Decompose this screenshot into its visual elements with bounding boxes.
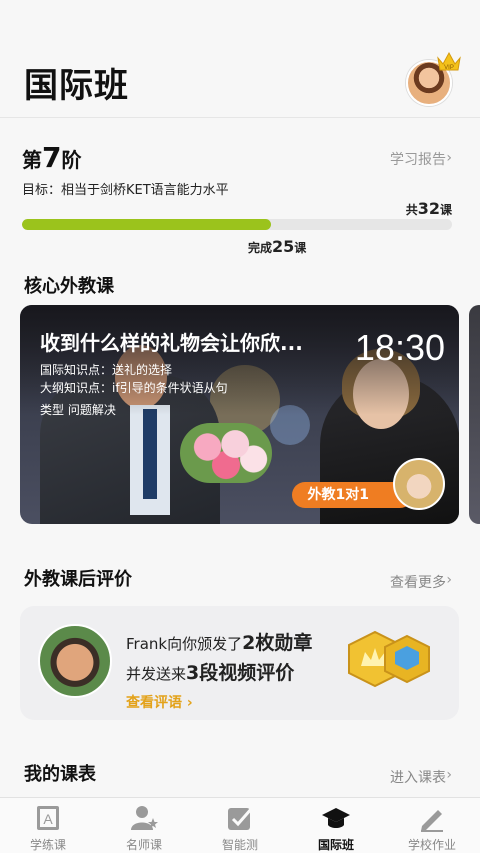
page-title: 国际班 (24, 66, 129, 106)
review-card[interactable]: Frank向你颁发了2枚勋章 并发送来3段视频评价 查看评语 › (20, 606, 459, 720)
pencil-icon (421, 810, 443, 832)
completed-lessons: 完成25课 (248, 237, 307, 256)
schedule-link[interactable]: 进入课表 (390, 767, 446, 787)
lesson-outline: 大纲知识点：if引导的条件状语从句 (40, 381, 228, 395)
lesson-time: 18:30 (354, 327, 445, 368)
lesson-knowledge: 国际知识点：送礼的选择 (40, 363, 173, 377)
svg-text:VIP: VIP (444, 65, 454, 71)
letter-a-book-icon: A (37, 806, 59, 830)
progress-fill (22, 219, 272, 230)
level-goal: 目标：相当于剑桥KET语言能力水平 (22, 183, 229, 198)
lesson-title: 收到什么样的礼物会让你欣... (40, 331, 303, 355)
reviews-more-link[interactable]: 查看更多 (390, 572, 446, 592)
teacher-star-icon (131, 806, 158, 830)
tab-teacher[interactable]: 名师课 (96, 798, 192, 853)
study-report-link[interactable]: 学习报告 (390, 149, 446, 169)
tab-practice[interactable]: A 学练课 (0, 798, 96, 853)
total-lessons: 共32课 (405, 199, 452, 218)
review-medals-text: Frank向你颁发了2枚勋章 (126, 632, 313, 654)
user-avatar-button[interactable]: VIP (406, 51, 461, 108)
graduation-cap-icon (322, 808, 350, 828)
review-videos-text: 并发送来3段视频评价 (126, 662, 295, 684)
tab-international[interactable]: 国际班 (288, 798, 384, 853)
chevron-right-icon: › (446, 767, 452, 783)
bottom-tab-bar: A 学练课 名师课 智能测 国际班 学校作业 (0, 797, 480, 853)
view-comments-link[interactable]: 查看评语 › (126, 692, 193, 712)
next-lesson-card-peek[interactable] (469, 305, 480, 524)
tab-homework[interactable]: 学校作业 (384, 798, 480, 853)
reviews-title: 外教课后评价 (24, 569, 132, 590)
level-title: 第7阶 (22, 141, 82, 174)
level-progress-card: 第7阶 学习报告 › 目标：相当于剑桥KET语言能力水平 共32课 完成25课 (0, 119, 480, 259)
svg-text:A: A (43, 811, 53, 827)
flowers-image (180, 423, 272, 483)
vip-crown-icon: VIP (437, 51, 461, 71)
chevron-right-icon: › (446, 572, 452, 588)
core-lessons-title: 核心外教课 (24, 276, 114, 297)
medal-badges-icon (348, 630, 430, 688)
teacher-avatar (393, 458, 445, 510)
checkbox-test-icon (228, 807, 254, 830)
schedule-title: 我的课表 (24, 764, 96, 785)
progress-bar (22, 219, 452, 230)
top-header: 国际班 VIP (0, 0, 480, 118)
lesson-card[interactable]: 收到什么样的礼物会让你欣... 18:30 国际知识点：送礼的选择 大纲知识点：… (20, 305, 459, 524)
reviewer-avatar (38, 624, 112, 698)
tab-smart-test[interactable]: 智能测 (192, 798, 288, 853)
chevron-right-icon: › (446, 150, 452, 166)
lesson-type: 类型 问题解决 (40, 403, 116, 417)
